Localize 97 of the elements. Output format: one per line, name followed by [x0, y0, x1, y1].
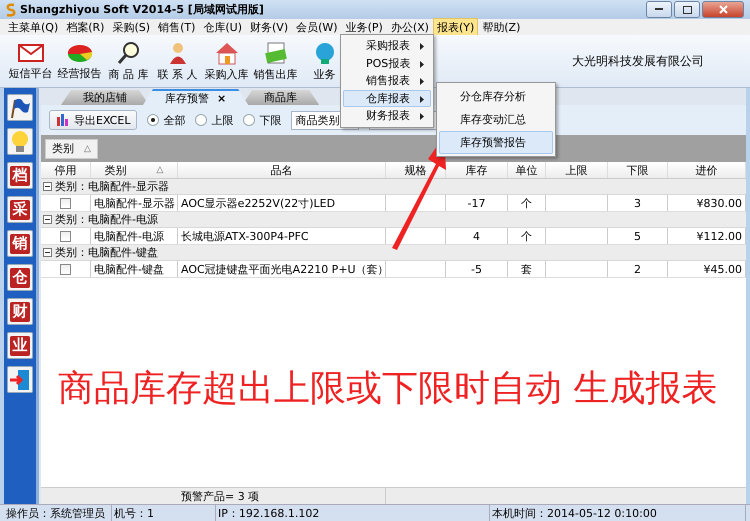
- menu-item[interactable]: 仓库报表: [343, 90, 431, 107]
- sidebar-button[interactable]: [7, 94, 33, 121]
- group-row[interactable]: 类别：电脑配件-电源: [41, 212, 746, 228]
- menu-item[interactable]: 库存预警报告: [439, 131, 553, 154]
- submenu-arrow-icon: [420, 96, 424, 102]
- house-icon: [214, 40, 240, 64]
- table-cell: 套: [508, 261, 546, 277]
- table-cell: 2: [608, 261, 668, 277]
- minimize-icon: [655, 8, 663, 11]
- status-text: 操作员：系统管理员: [4, 505, 112, 521]
- radio-indicator[interactable]: [243, 114, 256, 126]
- table-cell: ¥830.00: [668, 195, 746, 211]
- menu-item[interactable]: 仓库(U): [199, 18, 246, 36]
- toolbar-button[interactable]: 销售出库: [251, 36, 300, 86]
- sort-indicator: △: [156, 165, 164, 175]
- table-cell: -17: [446, 195, 508, 211]
- radio-option[interactable]: 上限: [195, 112, 234, 128]
- collapse-icon[interactable]: [43, 215, 52, 224]
- envelope-icon: [18, 42, 44, 64]
- maximize-icon: [682, 6, 692, 14]
- window-title: Shangzhiyou Soft V2014-5 [局域网试用版]: [20, 2, 264, 17]
- group-row[interactable]: 类别：电脑配件-显示器: [41, 179, 746, 195]
- column-header[interactable]: 单位: [508, 162, 546, 178]
- annotation-caption: 商品库存超出上限或下限时自动 生成报表: [58, 367, 718, 411]
- table-cell: 个: [508, 195, 546, 211]
- status-text: 机号：1: [112, 505, 216, 521]
- submenu-arrow-icon: [420, 113, 424, 120]
- close-button[interactable]: [702, 1, 744, 18]
- column-header[interactable]: 下限: [608, 162, 668, 178]
- toolbar-button[interactable]: 经营报告: [55, 36, 104, 86]
- globe-icon: [314, 40, 336, 64]
- checkbox[interactable]: [60, 264, 71, 274]
- menu-item[interactable]: 会员(W): [292, 18, 342, 36]
- table-cell: 5: [608, 228, 668, 244]
- table-cell: 电脑配件-电源: [91, 228, 178, 244]
- export-button[interactable]: 导出EXCEL: [49, 110, 138, 130]
- toolbar-button[interactable]: 短信平台: [6, 36, 55, 86]
- exit-door-icon: [9, 368, 31, 390]
- sidebar-button[interactable]: [7, 366, 33, 393]
- table-cell: AOC冠捷键盘平面光电A2210 P+U（套）: [178, 261, 386, 277]
- close-icon: [718, 5, 728, 14]
- radio-option[interactable]: 全部: [147, 112, 186, 128]
- minimize-button[interactable]: [646, 1, 672, 18]
- tab-close-button[interactable]: ×: [217, 92, 226, 104]
- status-text: IP：192.168.1.102: [216, 505, 490, 521]
- group-chip[interactable]: 类别 △: [45, 138, 98, 158]
- menu-item[interactable]: 财务(V): [246, 18, 292, 36]
- menu-item[interactable]: 库存变动汇总: [439, 108, 553, 131]
- sort-indicator: △: [84, 144, 91, 154]
- toolbar-button[interactable]: 商 品 库: [104, 36, 153, 86]
- table-cell: 3: [608, 195, 668, 211]
- sidebar-button[interactable]: [7, 128, 33, 155]
- bar-chart-icon: [56, 113, 70, 127]
- flag-icon: [9, 96, 31, 118]
- light-bulb-icon: [11, 130, 29, 154]
- menu-item[interactable]: 办公(X): [386, 18, 433, 36]
- menu-item[interactable]: 销售(T): [154, 18, 200, 36]
- toolbar-button[interactable]: 采购入库: [202, 36, 251, 86]
- menu-item[interactable]: 业务(P): [342, 18, 387, 36]
- radio-indicator[interactable]: [147, 114, 160, 126]
- column-header[interactable]: 上限: [546, 162, 608, 178]
- column-header[interactable]: 停用: [41, 162, 91, 178]
- group-row[interactable]: 类别：电脑配件-键盘: [41, 245, 746, 261]
- menu-item[interactable]: 采购(S): [108, 18, 154, 36]
- menu-item[interactable]: 分仓库存分析: [439, 85, 553, 108]
- money-icon: [262, 40, 288, 64]
- submenu-arrow-icon: [420, 78, 424, 85]
- menu-item[interactable]: 帮助(Z): [478, 18, 524, 36]
- magnifier-icon: [116, 40, 142, 64]
- submenu-arrow-icon: [420, 60, 424, 68]
- collapse-icon[interactable]: [43, 182, 52, 191]
- maximize-button[interactable]: [674, 1, 700, 18]
- status-text: 本机时间：2014-05-12 0:10:00: [490, 505, 746, 521]
- table-cell: ¥112.00: [668, 228, 746, 244]
- tab[interactable]: 库存预警 ×: [143, 89, 248, 105]
- menu-item[interactable]: 档案(R): [62, 18, 108, 36]
- collapse-icon[interactable]: [43, 248, 52, 257]
- table-cell: 电脑配件-键盘: [91, 261, 178, 277]
- table-cell: 4: [446, 228, 508, 244]
- column-header[interactable]: 进价: [668, 162, 746, 178]
- table-cell: ¥45.00: [668, 261, 746, 277]
- table-cell: AOC显示器e2252V(22寸)LED: [178, 195, 386, 211]
- company-name: 大光明科技发展有限公司: [572, 52, 704, 70]
- radio-option[interactable]: 下限: [243, 112, 282, 128]
- table-cell: 电脑配件-显示器: [91, 195, 178, 211]
- submenu-arrow-icon: [420, 43, 424, 50]
- column-header[interactable]: 品名: [178, 162, 386, 178]
- app-logo-icon: [6, 2, 16, 16]
- radio-indicator[interactable]: [195, 114, 208, 126]
- column-header[interactable]: 类别 △: [91, 162, 178, 178]
- checkbox[interactable]: [60, 230, 71, 242]
- table-cell: 长城电源ATX-300P4-PFC: [178, 228, 386, 244]
- toolbar-button[interactable]: 联 系 人: [153, 36, 202, 86]
- checkbox[interactable]: [60, 198, 71, 208]
- table-cell: 个: [508, 228, 546, 244]
- menu-item[interactable]: 主菜单(Q): [4, 18, 62, 36]
- table-cell: -5: [446, 261, 508, 277]
